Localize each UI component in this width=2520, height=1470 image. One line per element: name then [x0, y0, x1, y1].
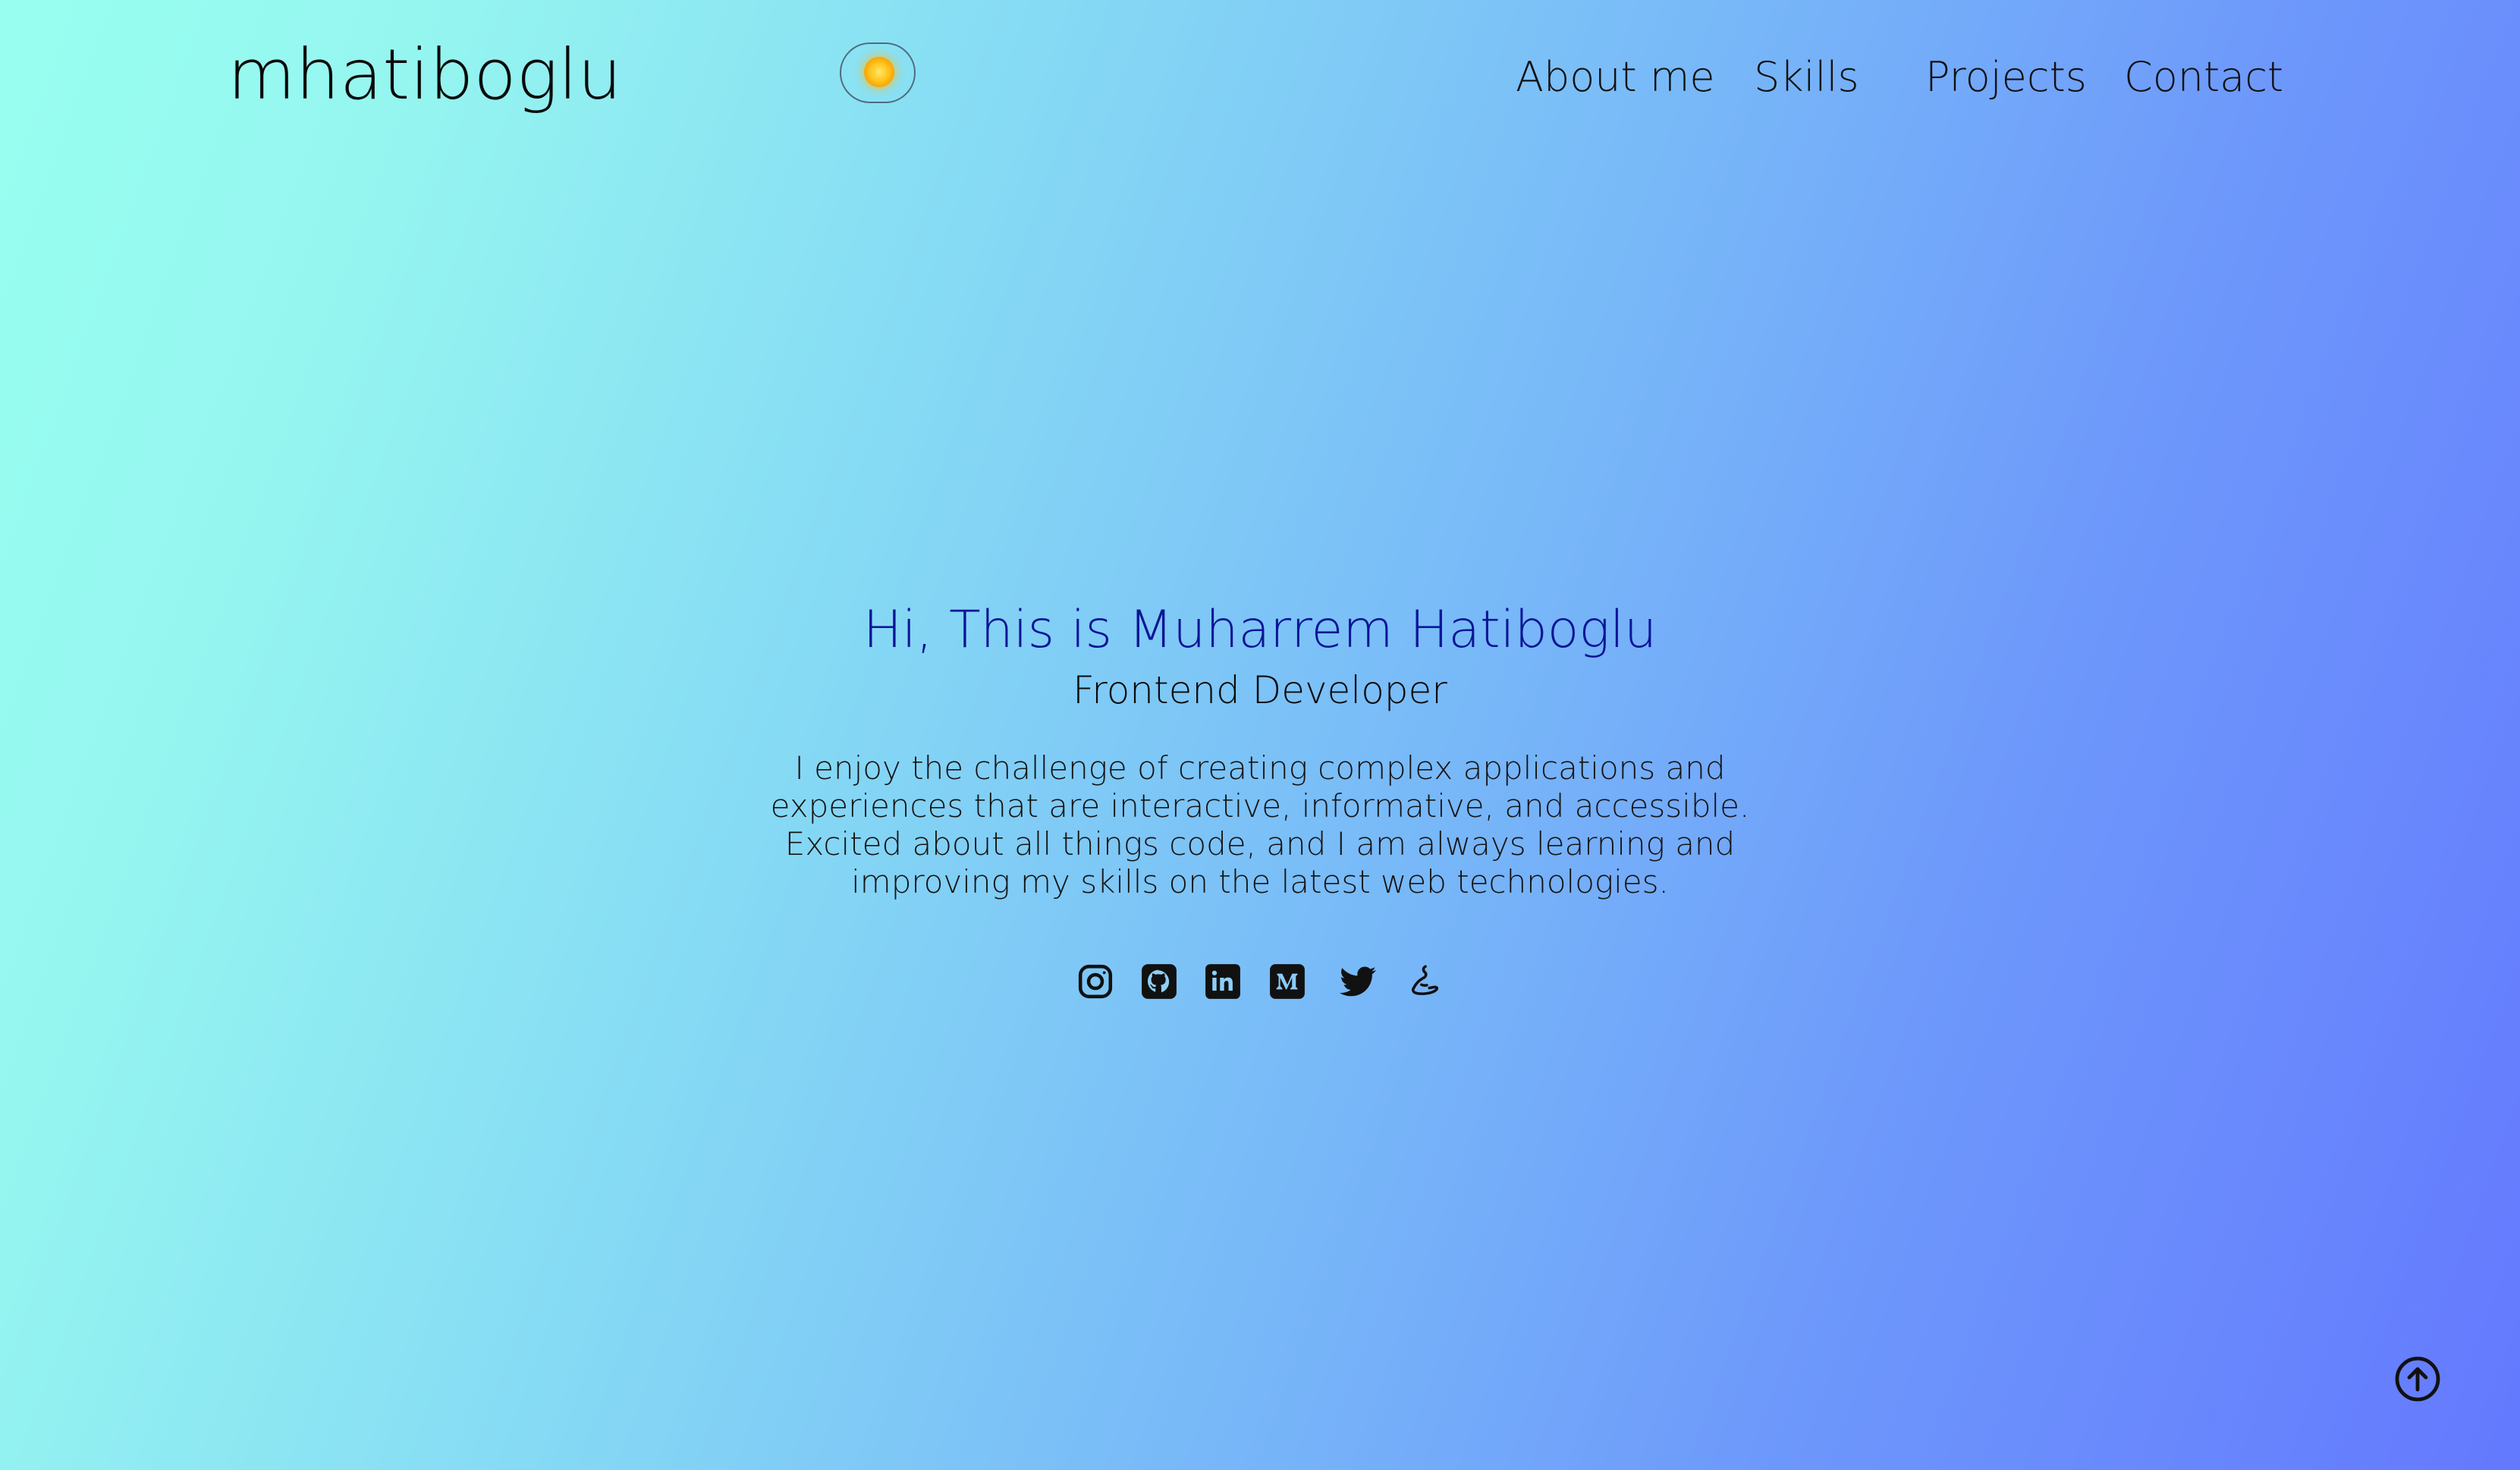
site-header: mhatiboglu About me Skills Projects Cont…: [0, 0, 2520, 152]
nav-link-contact[interactable]: Contact: [2124, 53, 2283, 101]
scroll-to-top-button[interactable]: [2393, 1355, 2442, 1403]
social-links: [0, 962, 2520, 1004]
hero-description: I enjoy the challenge of creating comple…: [770, 749, 1750, 900]
medium-icon[interactable]: [1268, 962, 1306, 1001]
github-icon[interactable]: [1140, 962, 1178, 1001]
hero-title: Hi, This is Muharrem Hatiboglu: [863, 600, 1657, 660]
hero-section: Hi, This is Muharrem Hatiboglu Frontend …: [0, 599, 2520, 901]
nav-link-projects[interactable]: Projects: [1925, 53, 2087, 101]
instagram-icon[interactable]: [1076, 962, 1114, 1001]
arrow-up-circle-icon: [2393, 1355, 2442, 1403]
nav-link-about-me[interactable]: About me: [1516, 53, 1715, 101]
hero-subtitle: Frontend Developer: [1073, 667, 1447, 712]
linkedin-icon[interactable]: [1204, 962, 1242, 1001]
main-nav: About me Skills Projects Contact: [0, 53, 2520, 114]
twitter-icon[interactable]: [1336, 962, 1380, 1001]
exercism-icon[interactable]: [1406, 962, 1444, 1001]
nav-link-skills[interactable]: Skills: [1754, 53, 1859, 101]
